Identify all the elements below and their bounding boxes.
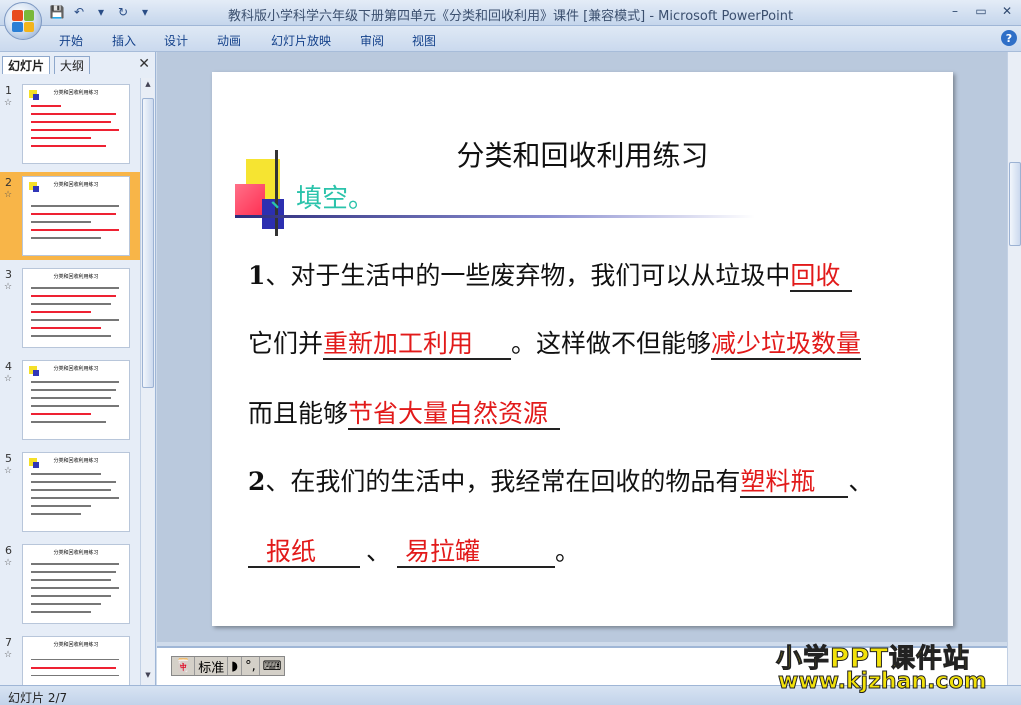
- separator: 、: [848, 467, 874, 496]
- slide-number: 1: [5, 84, 12, 97]
- slide-number: 5: [5, 452, 12, 465]
- slide-thumbnail-4[interactable]: 4 ☆ 分类和回收利用练习: [0, 356, 140, 444]
- decoration-horizontal-line: [235, 215, 755, 218]
- question-number: 1: [248, 261, 266, 290]
- tab-home[interactable]: 开始: [59, 32, 83, 49]
- slide-number: 4: [5, 360, 12, 373]
- slide-counter: 幻灯片 2/7: [8, 691, 68, 705]
- animation-icon: ☆: [4, 190, 13, 200]
- watermark-url: www.kjzhan.com: [778, 669, 988, 695]
- thumbnail-image: 分类和回收利用练习: [22, 452, 130, 532]
- tab-view[interactable]: 视图: [412, 32, 436, 49]
- tab-insert[interactable]: 插入: [112, 32, 136, 49]
- tab-review[interactable]: 审阅: [360, 32, 384, 49]
- thumbnail-image: 分类和回收利用练习: [22, 636, 130, 685]
- question-2-line-2[interactable]: 报纸、易拉罐。: [248, 532, 580, 568]
- slide-number: 6: [5, 544, 12, 557]
- pane-tabs: 幻灯片 大纲 ✕: [0, 54, 156, 74]
- close-button[interactable]: ✕: [995, 2, 1019, 20]
- title-bar: 💾 ↶ ▾ ↻ ▾ 教科版小学科学六年级下册第四单元《分类和回收利用》课件 [兼…: [0, 0, 1021, 26]
- window-controls: – ▭ ✕: [943, 2, 1019, 20]
- tab-outline[interactable]: 大纲: [54, 56, 91, 74]
- scrollbar-thumb[interactable]: [1009, 162, 1021, 246]
- help-icon[interactable]: ?: [1001, 30, 1017, 46]
- thumbnail-image: 分类和回收利用练习: [22, 176, 130, 256]
- window-title: 教科版小学科学六年级下册第四单元《分类和回收利用》课件 [兼容模式] - Mic…: [227, 9, 794, 24]
- thumbnail-list: 1 ☆ 分类和回收利用练习 2 ☆ 分类和回收利用练习 3 ☆ 分类和回收利用练…: [0, 78, 140, 685]
- slide-thumbnail-6[interactable]: 6 ☆ 分类和回收利用练习: [0, 540, 140, 628]
- slide-scrollbar[interactable]: [1007, 52, 1021, 685]
- question-text: 而且能够: [248, 399, 349, 428]
- slide-thumbnail-2[interactable]: 2 ☆ 分类和回收利用练习: [0, 172, 140, 260]
- ime-logo-icon[interactable]: 🀄: [172, 657, 196, 675]
- minimize-button[interactable]: –: [943, 2, 967, 20]
- tab-slideshow[interactable]: 幻灯片放映: [271, 32, 331, 49]
- animation-icon: ☆: [4, 374, 13, 384]
- slide-thumbnail-3[interactable]: 3 ☆ 分类和回收利用练习: [0, 264, 140, 352]
- answer-blank: 重新加工利用: [323, 330, 512, 360]
- thumbnail-image: 分类和回收利用练习: [22, 84, 130, 164]
- animation-icon: ☆: [4, 650, 13, 660]
- tab-animation[interactable]: 动画: [217, 32, 241, 49]
- tab-slides[interactable]: 幻灯片: [2, 56, 51, 74]
- slide-thumbnail-5[interactable]: 5 ☆ 分类和回收利用练习: [0, 448, 140, 536]
- question-1-line-3[interactable]: 而且能够节省大量自然资源: [248, 394, 561, 430]
- separator: 、: [366, 537, 392, 566]
- current-slide[interactable]: 分类和回收利用练习 、填空。 1、对于生活中的一些废弃物，我们可以从垃圾中回收 …: [212, 72, 953, 626]
- close-pane-icon[interactable]: ✕: [138, 56, 150, 72]
- answer-blank: 减少垃圾数量: [711, 329, 862, 360]
- slides-pane: 幻灯片 大纲 ✕ 1 ☆ 分类和回收利用练习 2 ☆ 分类和回收利用练习 3 ☆…: [0, 52, 156, 685]
- question-text: 、在我们的生活中，我经常在回收的物品有: [265, 467, 741, 496]
- question-text: 、对于生活中的一些废弃物，我们可以从垃圾中: [265, 261, 791, 290]
- slide-number: 7: [5, 636, 12, 649]
- tab-design[interactable]: 设计: [164, 32, 188, 49]
- thumbnail-scrollbar[interactable]: ▲ ▼: [140, 78, 154, 685]
- question-1-line-1[interactable]: 1、对于生活中的一些废弃物，我们可以从垃圾中回收: [248, 256, 853, 292]
- question-2-line-1[interactable]: 2、在我们的生活中，我经常在回收的物品有塑料瓶、: [248, 462, 873, 498]
- answer-blank: 回收: [790, 262, 853, 292]
- answer-blank: 节省大量自然资源: [348, 400, 561, 430]
- animation-icon: ☆: [4, 282, 13, 292]
- scroll-down-icon[interactable]: ▼: [142, 671, 154, 683]
- animation-icon: ☆: [4, 98, 13, 108]
- ime-toolbar: 🀄 标准 ◗ °, ⌨: [171, 656, 286, 676]
- answer-blank: 报纸: [248, 538, 360, 568]
- scroll-up-icon[interactable]: ▲: [142, 80, 154, 92]
- decoration-red-square: [235, 184, 265, 218]
- office-button[interactable]: [4, 2, 42, 40]
- soft-keyboard-icon[interactable]: ⌨: [260, 657, 285, 675]
- punctuation-icon[interactable]: °,: [242, 657, 260, 675]
- thumbnail-image: 分类和回收利用练习: [22, 544, 130, 624]
- half-width-icon[interactable]: ◗: [228, 657, 243, 675]
- slide-number: 3: [5, 268, 12, 281]
- thumbnail-image: 分类和回收利用练习: [22, 360, 130, 440]
- scrollbar-thumb[interactable]: [142, 98, 154, 388]
- slide-thumbnail-1[interactable]: 1 ☆ 分类和回收利用练习: [0, 80, 140, 168]
- restore-button[interactable]: ▭: [969, 2, 993, 20]
- answer-blank: 易拉罐: [397, 538, 556, 568]
- office-logo-icon: [12, 10, 34, 32]
- ime-mode[interactable]: 标准: [195, 657, 229, 676]
- period: 。: [555, 537, 581, 566]
- slide-editing-area: 分类和回收利用练习 、填空。 1、对于生活中的一些废弃物，我们可以从垃圾中回收 …: [157, 52, 1007, 642]
- question-number: 2: [248, 467, 266, 496]
- slide-title[interactable]: 分类和回收利用练习: [212, 134, 953, 174]
- animation-icon: ☆: [4, 558, 13, 568]
- slide-number: 2: [5, 176, 12, 189]
- section-heading[interactable]: 、填空。: [270, 178, 374, 215]
- question-text: 它们并: [248, 329, 324, 358]
- thumbnail-image: 分类和回收利用练习: [22, 268, 130, 348]
- animation-icon: ☆: [4, 466, 13, 476]
- answer-blank: 塑料瓶: [740, 468, 849, 498]
- slide-thumbnail-7[interactable]: 7 ☆ 分类和回收利用练习: [0, 632, 140, 685]
- question-text: 。这样做不但能够: [511, 329, 712, 358]
- question-1-line-2[interactable]: 它们并重新加工利用 。这样做不但能够减少垃圾数量: [248, 324, 862, 360]
- ribbon-tabs: 开始 插入 设计 动画 幻灯片放映 审阅 视图 ?: [0, 26, 1021, 52]
